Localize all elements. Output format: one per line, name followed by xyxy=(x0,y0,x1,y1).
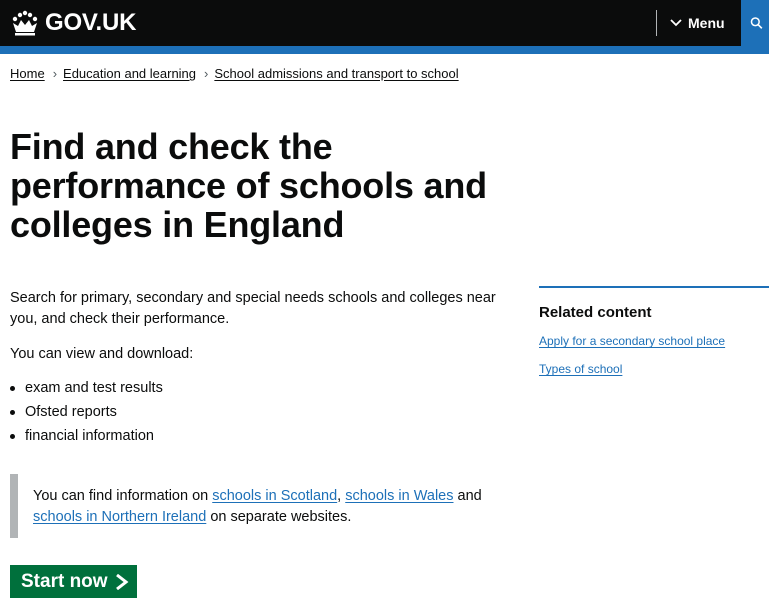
view-download-text: You can view and download: xyxy=(10,346,194,362)
menu-divider xyxy=(656,10,657,36)
breadcrumb-education[interactable]: Education and learning xyxy=(63,66,196,81)
list-item-text: financial information xyxy=(25,428,154,444)
logo-text: GOV.UK xyxy=(45,9,137,36)
related-links-list: Apply for a secondary school place Types… xyxy=(539,334,769,390)
list-item: Types of school xyxy=(539,362,769,390)
breadcrumb: Home › Education and learning › School a… xyxy=(10,66,459,81)
breadcrumb-school-admissions[interactable]: School admissions and transport to schoo… xyxy=(214,66,458,81)
bullet-icon xyxy=(10,434,15,439)
start-now-button[interactable]: Start now xyxy=(10,565,137,598)
inset-text: You can find information on schools in S… xyxy=(10,474,510,538)
list-item: exam and test results xyxy=(10,378,163,402)
inset-and: and xyxy=(453,488,482,504)
types-of-school-link[interactable]: Types of school xyxy=(539,362,622,376)
related-content: Related content Apply for a secondary sc… xyxy=(539,286,769,390)
list-item-text: exam and test results xyxy=(25,380,163,396)
bullet-icon xyxy=(10,386,15,391)
schools-scotland-link[interactable]: schools in Scotland xyxy=(212,488,337,504)
list-item: Ofsted reports xyxy=(10,402,163,426)
page-title: Find and check the performance of school… xyxy=(10,126,487,245)
menu-button[interactable]: Menu xyxy=(666,8,729,38)
search-toggle-button[interactable] xyxy=(741,0,769,46)
menu-label: Menu xyxy=(688,15,725,31)
crown-icon xyxy=(12,10,38,36)
site-header: GOV.UK Menu xyxy=(0,0,769,54)
related-heading: Related content xyxy=(539,304,652,321)
start-button-label: Start now xyxy=(21,570,108,592)
list-item: financial information xyxy=(10,426,163,450)
list-item: Apply for a secondary school place xyxy=(539,334,769,362)
chevron-right-icon xyxy=(115,573,129,590)
schools-northern-ireland-link[interactable]: schools in Northern Ireland xyxy=(33,509,206,525)
inset-suffix: on separate websites. xyxy=(206,509,352,525)
lead-paragraph: Search for primary, secondary and specia… xyxy=(10,290,496,327)
schools-wales-link[interactable]: schools in Wales xyxy=(345,488,453,504)
govuk-logo-link[interactable]: GOV.UK xyxy=(10,6,136,40)
download-list: exam and test results Ofsted reports fin… xyxy=(10,378,163,450)
breadcrumb-home[interactable]: Home xyxy=(10,66,45,81)
bullet-icon xyxy=(10,410,15,415)
apply-secondary-school-link[interactable]: Apply for a secondary school place xyxy=(539,334,725,348)
search-icon xyxy=(750,17,763,29)
inset-prefix: You can find information on xyxy=(33,488,213,504)
chevron-down-icon xyxy=(670,19,682,27)
list-item-text: Ofsted reports xyxy=(25,404,117,420)
breadcrumb-chevron-icon: › xyxy=(204,66,209,81)
breadcrumb-chevron-icon: › xyxy=(52,66,58,81)
